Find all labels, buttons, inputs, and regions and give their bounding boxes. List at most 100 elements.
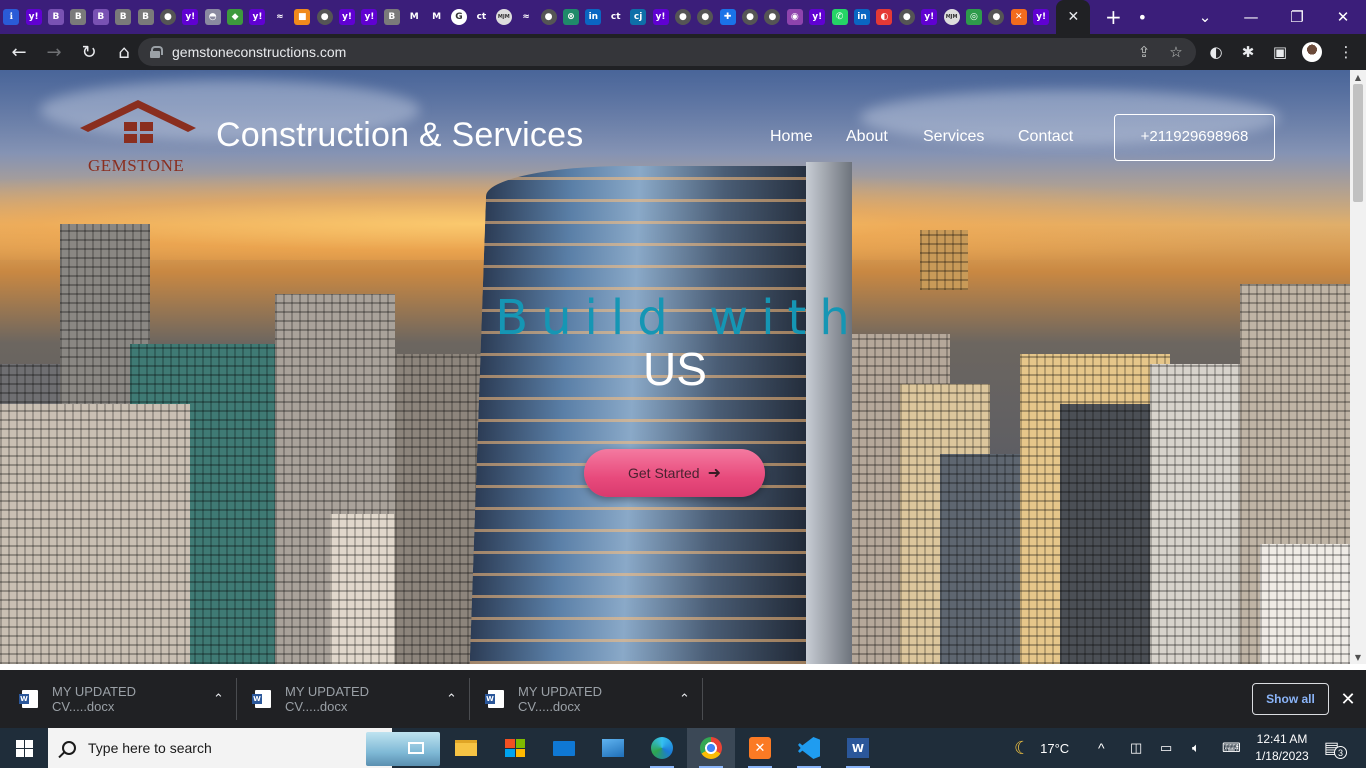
meet-now-icon[interactable]: ◫	[1130, 728, 1142, 768]
notification-center-icon[interactable]: ▤ 3	[1324, 728, 1347, 768]
profile-avatar[interactable]	[1297, 36, 1327, 68]
scroll-down-icon[interactable]: ▼	[1350, 650, 1366, 664]
photos-icon[interactable]	[589, 728, 637, 768]
back-arrow-icon[interactable]: ←	[3, 36, 35, 68]
download-item[interactable]: MY UPDATED CV.....docx ⌃	[466, 670, 690, 728]
tab[interactable]: ≈	[269, 0, 291, 34]
system-clock[interactable]: 12:41 AM 1/18/2023	[1244, 731, 1320, 765]
show-all-button[interactable]: Show all	[1252, 683, 1329, 715]
tab[interactable]: ●	[739, 0, 761, 34]
page-scrollbar[interactable]: ▲ ▼	[1350, 70, 1366, 664]
task-view-icon[interactable]	[392, 728, 440, 768]
word-icon[interactable]: W	[834, 728, 882, 768]
chrome-icon[interactable]	[687, 728, 735, 768]
close-tab-icon[interactable]: ✕	[1067, 9, 1079, 25]
tab[interactable]: y!	[358, 0, 380, 34]
file-explorer-icon[interactable]	[442, 728, 490, 768]
tab[interactable]: ≈	[515, 0, 537, 34]
tab[interactable]: B	[45, 0, 67, 34]
scroll-up-icon[interactable]: ▲	[1350, 70, 1366, 84]
nav-link-home[interactable]: Home	[770, 128, 813, 146]
tab[interactable]: y!	[336, 0, 358, 34]
url-text[interactable]: gemstoneconstructions.com	[172, 44, 346, 60]
forward-arrow-icon[interactable]: →	[38, 36, 70, 68]
get-started-button[interactable]: Get Started ➜	[584, 449, 765, 497]
tab[interactable]: B	[134, 0, 156, 34]
tab[interactable]: ●	[985, 0, 1007, 34]
tab[interactable]: ◓	[202, 0, 224, 34]
volume-icon[interactable]: 🔈︎	[1192, 728, 1200, 768]
restore-button[interactable]: ❐	[1274, 0, 1320, 34]
home-icon[interactable]: ⌂	[108, 36, 140, 68]
close-download-bar-icon[interactable]: ✕	[1338, 683, 1358, 715]
nav-link-about[interactable]: About	[846, 128, 888, 146]
browser-menu-icon[interactable]: ⋮	[1331, 36, 1361, 68]
extension-grammarly-icon[interactable]: ◐	[1201, 36, 1231, 68]
bookmark-star-icon[interactable]: ☆	[1162, 38, 1190, 66]
tab[interactable]: ●	[761, 0, 783, 34]
chevron-up-icon[interactable]: ⌃	[679, 692, 690, 707]
new-tab-button[interactable]: +	[1096, 0, 1130, 34]
minimize-button[interactable]: —	[1228, 0, 1274, 34]
microsoft-store-icon[interactable]	[491, 728, 539, 768]
tab[interactable]: ■	[291, 0, 313, 34]
tab[interactable]: y!	[918, 0, 940, 34]
lock-icon[interactable]	[150, 46, 163, 58]
reload-icon[interactable]: ↻	[73, 36, 105, 68]
tab[interactable]: B	[67, 0, 89, 34]
tab[interactable]: y!	[1030, 0, 1052, 34]
tab[interactable]: MJM	[940, 0, 962, 34]
tab[interactable]: ●	[672, 0, 694, 34]
tab[interactable]: ●	[313, 0, 335, 34]
chevron-up-icon[interactable]: ⌃	[213, 692, 224, 707]
scroll-thumb[interactable]	[1353, 84, 1363, 202]
tab[interactable]: M	[425, 0, 447, 34]
tab[interactable]: ✚	[717, 0, 739, 34]
side-panel-icon[interactable]: ▣	[1265, 36, 1295, 68]
tab[interactable]: ct	[470, 0, 492, 34]
download-item[interactable]: MY UPDATED CV.....docx ⌃	[0, 670, 224, 728]
nav-link-services[interactable]: Services	[923, 128, 984, 146]
chevron-up-icon[interactable]: ⌃	[446, 692, 457, 707]
start-button[interactable]	[0, 728, 48, 768]
address-bar[interactable]: gemstoneconstructions.com ⇪ ☆	[138, 38, 1196, 66]
tab[interactable]: B	[90, 0, 112, 34]
tab[interactable]: M	[403, 0, 425, 34]
phone-button[interactable]: +211929698968	[1114, 114, 1275, 161]
download-item[interactable]: MY UPDATED CV.....docx ⌃	[233, 670, 457, 728]
tab-search-chevron-icon[interactable]: ⌄	[1182, 0, 1228, 34]
tab[interactable]: ◐	[873, 0, 895, 34]
tab[interactable]: ◆	[224, 0, 246, 34]
tab[interactable]: ct	[605, 0, 627, 34]
tab[interactable]: y!	[246, 0, 268, 34]
tab[interactable]: ●	[537, 0, 559, 34]
weather-widget[interactable]: ☾ 17°C	[1014, 728, 1069, 768]
nav-link-contact[interactable]: Contact	[1018, 128, 1073, 146]
gemstone-logo[interactable]: GEMSTONE	[80, 100, 196, 180]
tab[interactable]: B	[112, 0, 134, 34]
tab[interactable]: y!	[806, 0, 828, 34]
tray-overflow-icon[interactable]: ^	[1098, 728, 1105, 768]
mail-icon[interactable]	[540, 728, 588, 768]
vscode-icon[interactable]	[785, 728, 833, 768]
tab[interactable]: ✆	[828, 0, 850, 34]
extensions-puzzle-icon[interactable]: ✱	[1233, 36, 1263, 68]
tab[interactable]: G	[448, 0, 470, 34]
tab[interactable]: ●	[157, 0, 179, 34]
taskbar-search-box[interactable]: Type here to search	[48, 728, 440, 768]
close-window-button[interactable]: ✕	[1320, 0, 1366, 34]
tab[interactable]: y!	[649, 0, 671, 34]
tab[interactable]: ●	[896, 0, 918, 34]
tab[interactable]: B	[381, 0, 403, 34]
tab[interactable]: ◉	[784, 0, 806, 34]
battery-icon[interactable]: ▭	[1160, 728, 1172, 768]
xampp-icon[interactable]: ✕	[736, 728, 784, 768]
tab[interactable]: y!	[179, 0, 201, 34]
tab[interactable]: ✕	[1008, 0, 1030, 34]
share-icon[interactable]: ⇪	[1130, 38, 1158, 66]
tab[interactable]: in	[582, 0, 604, 34]
tab[interactable]: MJM	[493, 0, 515, 34]
edge-icon[interactable]	[638, 728, 686, 768]
tab[interactable]: ◎	[963, 0, 985, 34]
tab[interactable]: ℹ	[0, 0, 22, 34]
